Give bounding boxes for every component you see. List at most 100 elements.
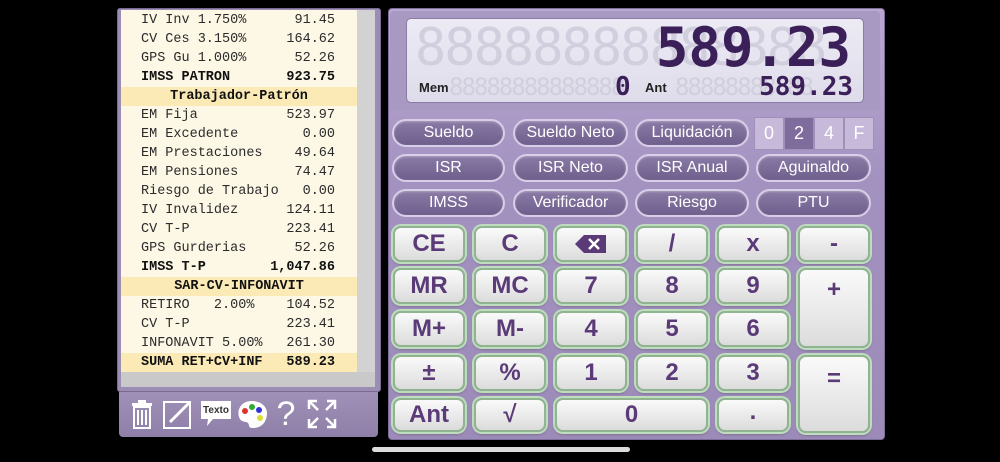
key-6[interactable]: 6 [717,311,789,347]
divide-key[interactable]: / [636,226,708,262]
mr-key[interactable]: MR [393,268,465,304]
m-minus-key[interactable]: M- [474,311,546,347]
sueldo-button[interactable]: Sueldo [392,119,505,147]
mem-display-ghost: 88888888888888 [449,73,625,101]
tape-row-label: GPS Gurderias [141,241,247,256]
ant-label: Ant [645,80,667,95]
tape-row-label: EM Prestaciones [141,146,263,161]
tape-row-value: 0.00 [302,184,335,199]
backspace-key[interactable] [555,226,627,262]
home-indicator [372,447,630,452]
liquidacion-button[interactable]: Liquidación [635,119,749,147]
tape-row-label: IMSS T-P [141,260,206,275]
tape-row-label: INFONAVIT 5.00% [141,336,263,351]
edit-icon[interactable] [161,397,195,431]
tape-paper: IV Inv 1.750% 91.45 CV Ces 3.150% 164.62 GPS… [121,10,357,372]
decimals-2[interactable]: 2 [784,117,814,150]
percent-key[interactable]: % [474,355,546,391]
tape-row-label: SUMA RET+CV+INF [141,355,263,370]
aguinaldo-button[interactable]: Aguinaldo [756,154,871,182]
imss-button[interactable]: IMSS [392,189,505,217]
tape-row-value: 523.97 [286,108,335,123]
tape-row: INFONAVIT 5.00% 261.30 [121,334,357,353]
sqrt-key[interactable]: √ [474,398,546,432]
decimals-0[interactable]: 0 [754,117,784,150]
clear-key[interactable]: C [474,226,546,262]
text-icon[interactable]: Texto [199,397,233,431]
key-5[interactable]: 5 [636,311,708,347]
decimal-point-key[interactable]: . [717,398,789,432]
key-9[interactable]: 9 [717,268,789,304]
tape-row-label: Trabajador-Patrón [170,89,308,104]
key-3[interactable]: 3 [717,355,789,391]
tape-row-label: GPS Gu 1.000% [141,51,247,66]
tape-row-value: 589.23 [286,355,335,370]
tape-row-value: 164.62 [286,32,335,47]
ant-key[interactable]: Ant [393,398,465,432]
tape-row-value: 49.64 [294,146,335,161]
verificador-button[interactable]: Verificador [513,189,628,217]
key-8[interactable]: 8 [636,268,708,304]
tape-section-header: SAR-CV-INFONAVIT [121,277,357,296]
tape-panel[interactable]: IV Inv 1.750% 91.45 CV Ces 3.150% 164.62 GPS… [121,10,375,387]
tape-row: Riesgo de Trabajo 0.00 [121,182,357,201]
tape-row-label: IV Invalidez [141,203,239,218]
riesgo-button[interactable]: Riesgo [635,189,749,217]
m-plus-key[interactable]: M+ [393,311,465,347]
tape-row: GPS Gurderias 52.26 [121,239,357,258]
tape-row: IV Invalidez 124.11 [121,201,357,220]
help-icon[interactable]: ? [273,395,299,433]
tape-row-value: 261.30 [286,336,335,351]
tape-row-value: 91.45 [294,13,335,28]
tape-row: EM Excedente 0.00 [121,125,357,144]
tape-row-label: EM Excedente [141,127,239,142]
tape-scrollbar[interactable] [357,10,375,372]
isr-button[interactable]: ISR [392,154,505,182]
tape-row-value: 223.41 [286,317,335,332]
key-0[interactable]: 0 [555,398,708,432]
key-7[interactable]: 7 [555,268,627,304]
tape-row: CV T-P 223.41 [121,315,357,334]
isr-neto-button[interactable]: ISR Neto [513,154,628,182]
tape-row-value: 1,047.86 [270,260,335,275]
minus-key[interactable]: - [798,226,870,262]
tape-row-label: CV T-P [141,222,190,237]
tape-row-value: 52.26 [294,51,335,66]
tape-row-label: CV T-P [141,317,190,332]
key-4[interactable]: 4 [555,311,627,347]
plus-minus-key[interactable]: ± [393,355,465,391]
multiply-key[interactable]: x [717,226,789,262]
plus-key[interactable]: + [798,268,870,348]
tape-row: EM Fija 523.97 [121,106,357,125]
tape-row: RETIRO 2.00% 104.52 [121,296,357,315]
tape-row-value: 124.11 [286,203,335,218]
tape-row-value: 74.47 [294,165,335,180]
mc-key[interactable]: MC [474,268,546,304]
ce-key[interactable]: CE [393,226,465,262]
key-1[interactable]: 1 [555,355,627,391]
tape-toolbar: Texto ? [119,392,378,437]
ptu-button[interactable]: PTU [756,189,871,217]
trash-icon[interactable] [127,397,157,431]
sueldo-neto-button[interactable]: Sueldo Neto [513,119,628,147]
tape-row-value: 0.00 [302,127,335,142]
tape-row-value: 923.75 [286,70,335,85]
decimals-4[interactable]: 4 [814,117,844,150]
tape-row: SUMA RET+CV+INF 589.23 [121,353,357,372]
expand-icon[interactable] [305,397,339,431]
isr-anual-button[interactable]: ISR Anual [635,154,749,182]
tape-row-value: 52.26 [294,241,335,256]
tape-row: IMSS PATRON 923.75 [121,68,357,87]
key-2[interactable]: 2 [636,355,708,391]
tape-row-label: EM Fija [141,108,198,123]
tape-row: CV T-P 223.41 [121,220,357,239]
tape-row: IMSS T-P 1,047.86 [121,258,357,277]
tape-row: GPS Gu 1.000% 52.26 [121,49,357,68]
palette-icon[interactable] [235,397,269,431]
mem-label: Mem [419,80,449,95]
mem-display-value: 0 [615,72,631,102]
equals-key[interactable]: = [798,355,870,433]
decimals-f[interactable]: F [844,117,874,150]
backspace-icon [575,235,606,253]
tape-row-label: IMSS PATRON [141,70,231,85]
